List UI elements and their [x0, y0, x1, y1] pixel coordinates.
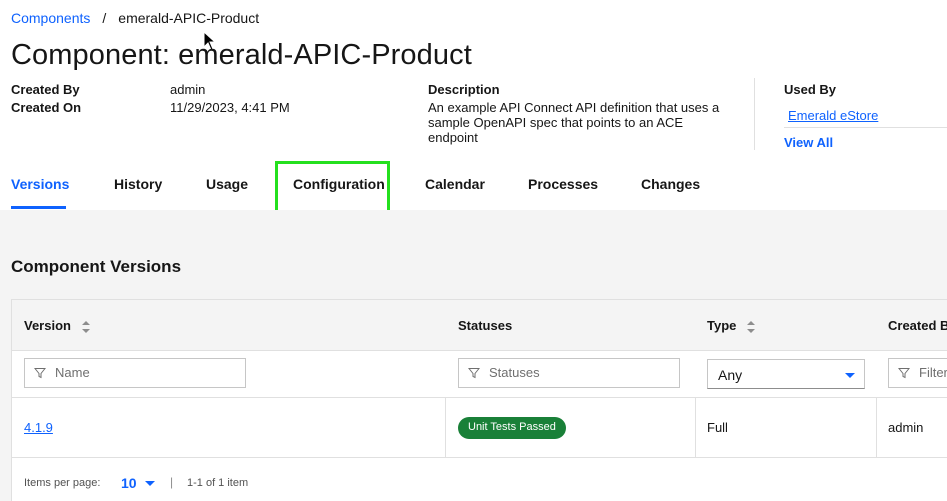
versions-table: Version Statuses Type Created B Name Sta… [11, 299, 947, 501]
breadcrumb-current: emerald-APIC-Product [118, 10, 260, 26]
pagination-separator: | [170, 475, 174, 489]
breadcrumb-separator: / [102, 10, 107, 26]
used-by-link[interactable]: Emerald eStore [788, 108, 878, 123]
column-statuses: Statuses [458, 318, 513, 333]
component-header: Components / emerald-APIC-Product Componen… [0, 0, 947, 210]
type-select-value: Any [718, 367, 743, 383]
created-on-label: Created On [11, 100, 82, 115]
tab-bar: Versions History Usage Configuration Cal… [0, 160, 947, 210]
filter-row: Name Statuses Any Filter [12, 351, 947, 398]
pagination-range: 1-1 of 1 item [187, 477, 249, 489]
column-version[interactable]: Version [24, 318, 91, 334]
version-link[interactable]: 4.1.9 [24, 420, 53, 435]
created-by-value: admin [170, 82, 206, 97]
breadcrumb: Components / emerald-APIC-Product [11, 10, 259, 26]
created-by-label: Created By [11, 82, 80, 97]
tab-usage[interactable]: Usage [206, 176, 248, 192]
items-per-page-select[interactable]: 10 [121, 475, 137, 491]
description-text: An example API Connect API definition th… [428, 100, 720, 145]
column-created-by: Created B [888, 318, 947, 333]
cell-divider [445, 398, 446, 458]
active-tab-indicator [11, 206, 66, 209]
chevron-down-icon[interactable] [144, 480, 156, 488]
description-label: Description [428, 82, 500, 97]
created-by-filter-placeholder: Filter [919, 365, 947, 380]
sort-icon[interactable] [81, 320, 91, 334]
filter-icon [34, 368, 46, 379]
vertical-divider [754, 78, 755, 150]
chevron-down-icon [845, 373, 855, 378]
tab-processes[interactable]: Processes [528, 176, 598, 192]
sort-icon[interactable] [746, 320, 756, 334]
statuses-filter-input[interactable]: Statuses [458, 358, 680, 388]
version-filter-input[interactable]: Name [24, 358, 246, 388]
page-title: Component: emerald-APIC-Product [11, 39, 472, 71]
column-version-label: Version [24, 318, 71, 333]
filter-icon [468, 368, 480, 379]
tab-changes[interactable]: Changes [641, 176, 700, 192]
tab-configuration[interactable]: Configuration [293, 176, 385, 192]
pagination: Items per page: 10 | 1-1 of 1 item [12, 458, 947, 501]
type-select[interactable]: Any [707, 359, 865, 389]
items-per-page-label: Items per page: [24, 477, 101, 489]
table-row: 4.1.9 Unit Tests Passed Full admin [12, 398, 947, 458]
cell-divider [876, 398, 877, 458]
column-type-label: Type [707, 318, 737, 333]
filter-icon [898, 368, 910, 379]
created-by-cell: admin [888, 420, 924, 435]
cell-divider [695, 398, 696, 458]
breadcrumb-components-link[interactable]: Components [11, 10, 90, 26]
created-by-filter-input[interactable]: Filter [888, 358, 947, 388]
table-header: Version Statuses Type Created B [12, 300, 947, 351]
tab-versions[interactable]: Versions [11, 176, 69, 192]
version-filter-placeholder: Name [55, 365, 90, 380]
type-cell: Full [707, 420, 728, 435]
tab-calendar[interactable]: Calendar [425, 176, 485, 192]
created-on-value: 11/29/2023, 4:41 PM [170, 100, 290, 115]
statuses-filter-placeholder: Statuses [489, 365, 540, 380]
section-title: Component Versions [11, 257, 182, 276]
tab-history[interactable]: History [114, 176, 162, 192]
column-type[interactable]: Type [707, 318, 756, 334]
used-by-item[interactable]: Emerald eStore [784, 102, 947, 128]
status-badge: Unit Tests Passed [458, 417, 566, 439]
view-all-link[interactable]: View All [784, 135, 833, 150]
used-by-label: Used By [784, 82, 837, 97]
